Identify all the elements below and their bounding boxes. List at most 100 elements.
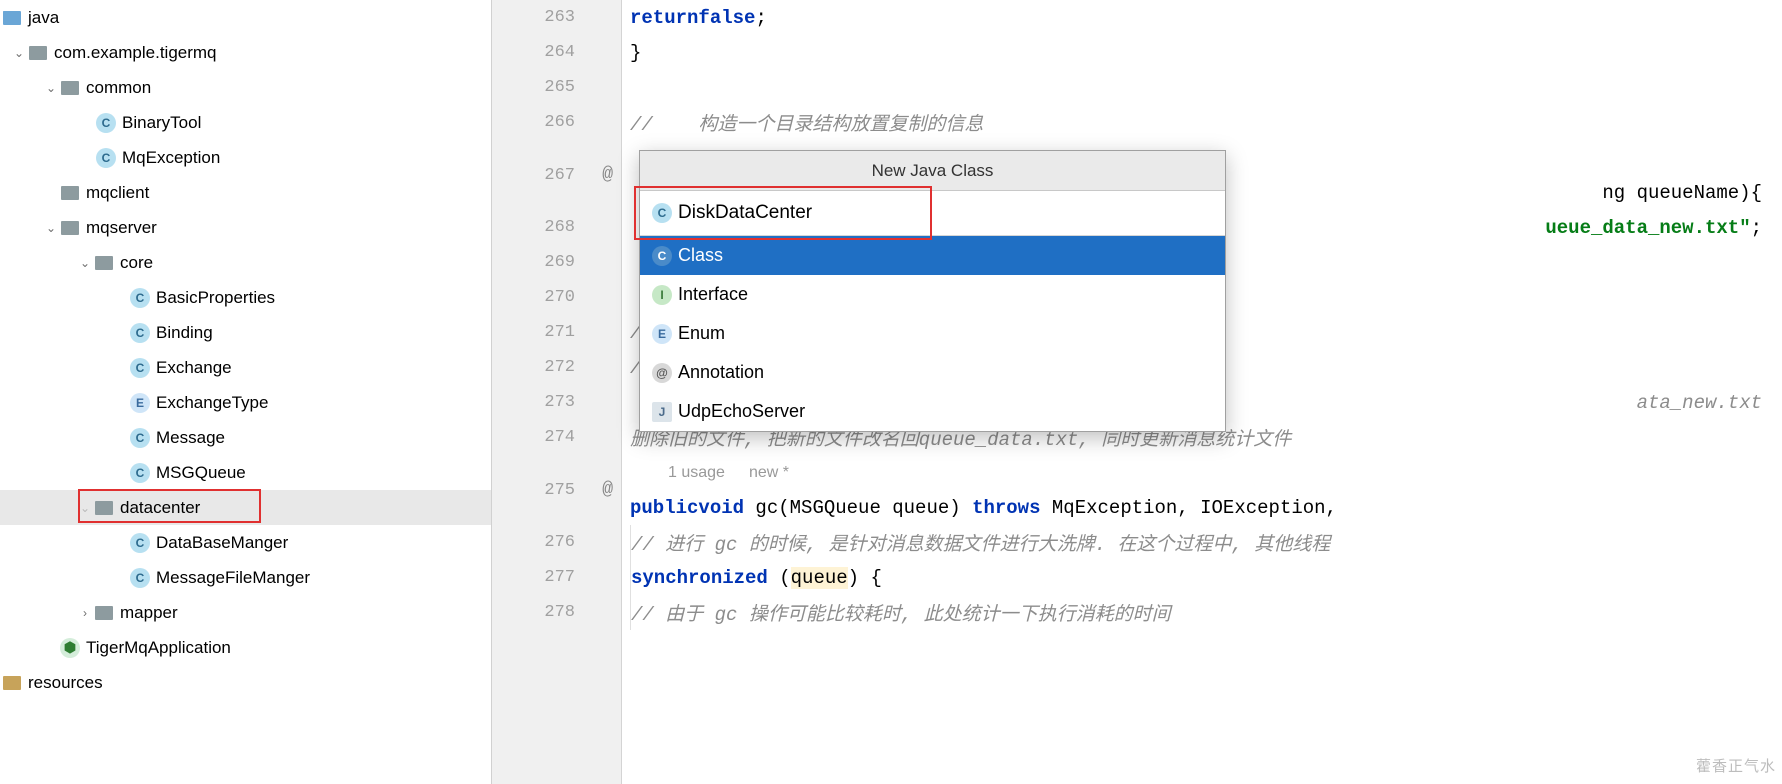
- usage-hint[interactable]: 1 usage: [668, 464, 725, 482]
- enum-icon: E: [130, 393, 150, 413]
- chevron-right-icon[interactable]: ›: [76, 606, 94, 620]
- tree-item-mqexception[interactable]: C MqException: [0, 140, 491, 175]
- tree-item-binding[interactable]: C Binding: [0, 315, 491, 350]
- tree-label: DataBaseManger: [156, 533, 288, 553]
- tree-item-mqserver[interactable]: ⌄ mqserver: [0, 210, 491, 245]
- class-icon: C: [130, 358, 150, 378]
- line-number: 268: [492, 210, 621, 245]
- class-icon: C: [96, 148, 116, 168]
- package-icon: [60, 79, 80, 97]
- code-line[interactable]: 1 usagenew * public void gc(MSGQueue que…: [622, 455, 1782, 525]
- tree-label: TigerMqApplication: [86, 638, 231, 658]
- line-number: 274: [492, 420, 621, 455]
- code-line[interactable]: [622, 70, 1782, 105]
- code-line[interactable]: synchronized (queue) {: [622, 560, 1782, 595]
- popup-type-list: C Class I Interface E Enum @ Annotation …: [640, 236, 1225, 431]
- class-icon: C: [130, 288, 150, 308]
- line-number: 275@: [492, 455, 621, 525]
- line-number: 270: [492, 280, 621, 315]
- tree-label: common: [86, 78, 151, 98]
- tree-label: MSGQueue: [156, 463, 246, 483]
- tree-label: BasicProperties: [156, 288, 275, 308]
- line-number: 266: [492, 105, 621, 140]
- line-number: 264: [492, 35, 621, 70]
- line-number: 273: [492, 385, 621, 420]
- tree-item-mapper[interactable]: › mapper: [0, 595, 491, 630]
- tree-item-pkg-root[interactable]: ⌄ com.example.tigermq: [0, 35, 491, 70]
- line-number: 263: [492, 0, 621, 35]
- package-icon: [60, 219, 80, 237]
- tree-label: ExchangeType: [156, 393, 268, 413]
- tree-item-msgqueue[interactable]: C MSGQueue: [0, 455, 491, 490]
- tree-label: Message: [156, 428, 225, 448]
- override-icon[interactable]: @: [602, 165, 613, 185]
- annotation-icon: @: [652, 363, 672, 383]
- class-icon: C: [130, 323, 150, 343]
- popup-option-enum[interactable]: E Enum: [640, 314, 1225, 353]
- popup-option-label: UdpEchoServer: [678, 401, 805, 422]
- project-tree[interactable]: java ⌄ com.example.tigermq ⌄ common C Bi…: [0, 0, 492, 784]
- class-icon: C: [130, 568, 150, 588]
- tree-label: java: [28, 8, 59, 28]
- popup-option-interface[interactable]: I Interface: [640, 275, 1225, 314]
- code-line[interactable]: }: [622, 35, 1782, 70]
- popup-option-annotation[interactable]: @ Annotation: [640, 353, 1225, 392]
- tree-label: core: [120, 253, 153, 273]
- tree-item-binarytool[interactable]: C BinaryTool: [0, 105, 491, 140]
- tree-item-tigermqapplication[interactable]: ⬢ TigerMqApplication: [0, 630, 491, 665]
- tree-label: mqserver: [86, 218, 157, 238]
- tree-label: Exchange: [156, 358, 232, 378]
- tree-item-exchange[interactable]: C Exchange: [0, 350, 491, 385]
- popup-option-label: Enum: [678, 323, 725, 344]
- tree-item-resources[interactable]: resources: [0, 665, 491, 700]
- tree-item-java[interactable]: java: [0, 0, 491, 35]
- line-number: 265: [492, 70, 621, 105]
- tree-item-mqclient[interactable]: mqclient: [0, 175, 491, 210]
- line-number: 277: [492, 560, 621, 595]
- tree-item-exchangetype[interactable]: E ExchangeType: [0, 385, 491, 420]
- spring-boot-icon: ⬢: [60, 638, 80, 658]
- chevron-down-icon[interactable]: ⌄: [42, 221, 60, 235]
- new-hint[interactable]: new *: [749, 464, 789, 482]
- chevron-down-icon[interactable]: ⌄: [42, 81, 60, 95]
- package-icon: [60, 184, 80, 202]
- package-icon: [28, 44, 48, 62]
- highlight-box: [78, 489, 261, 523]
- tree-label: mapper: [120, 603, 178, 623]
- popup-option-label: Interface: [678, 284, 748, 305]
- chevron-down-icon[interactable]: ⌄: [76, 256, 94, 270]
- line-number: 276: [492, 525, 621, 560]
- package-icon: [94, 604, 114, 622]
- package-icon: [94, 254, 114, 272]
- interface-icon: I: [652, 285, 672, 305]
- tree-item-common[interactable]: ⌄ common: [0, 70, 491, 105]
- tree-item-message[interactable]: C Message: [0, 420, 491, 455]
- popup-title: New Java Class: [640, 151, 1225, 191]
- line-number: 267@: [492, 140, 621, 210]
- tree-label: Binding: [156, 323, 213, 343]
- resources-folder-icon: [2, 674, 22, 692]
- class-icon: C: [96, 113, 116, 133]
- tree-item-messagefilemanger[interactable]: C MessageFileManger: [0, 560, 491, 595]
- folder-icon: [2, 9, 22, 27]
- class-icon: C: [130, 533, 150, 553]
- highlight-box: [634, 186, 932, 240]
- override-icon[interactable]: @: [602, 480, 613, 500]
- class-icon: C: [130, 463, 150, 483]
- code-line[interactable]: // 进行 gc 的时候, 是针对消息数据文件进行大洗牌. 在这个过程中, 其他…: [622, 525, 1782, 560]
- tree-label: com.example.tigermq: [54, 43, 217, 63]
- editor-gutter[interactable]: 263 264 265 266 267@ 268 269 270 271 272…: [492, 0, 622, 784]
- code-line[interactable]: return false;: [622, 0, 1782, 35]
- tree-item-basicproperties[interactable]: C BasicProperties: [0, 280, 491, 315]
- popup-option-class[interactable]: C Class: [640, 236, 1225, 275]
- tree-item-databasemanger[interactable]: C DataBaseManger: [0, 525, 491, 560]
- tree-item-core[interactable]: ⌄ core: [0, 245, 491, 280]
- enum-icon: E: [652, 324, 672, 344]
- tree-label: MessageFileManger: [156, 568, 310, 588]
- chevron-down-icon[interactable]: ⌄: [10, 46, 28, 60]
- code-line[interactable]: // 由于 gc 操作可能比较耗时, 此处统计一下执行消耗的时间: [622, 595, 1782, 630]
- code-line[interactable]: // 构造一个目录结构放置复制的信息: [622, 105, 1782, 140]
- tree-label: BinaryTool: [122, 113, 201, 133]
- tree-label: MqException: [122, 148, 220, 168]
- popup-option-template[interactable]: J UdpEchoServer: [640, 392, 1225, 431]
